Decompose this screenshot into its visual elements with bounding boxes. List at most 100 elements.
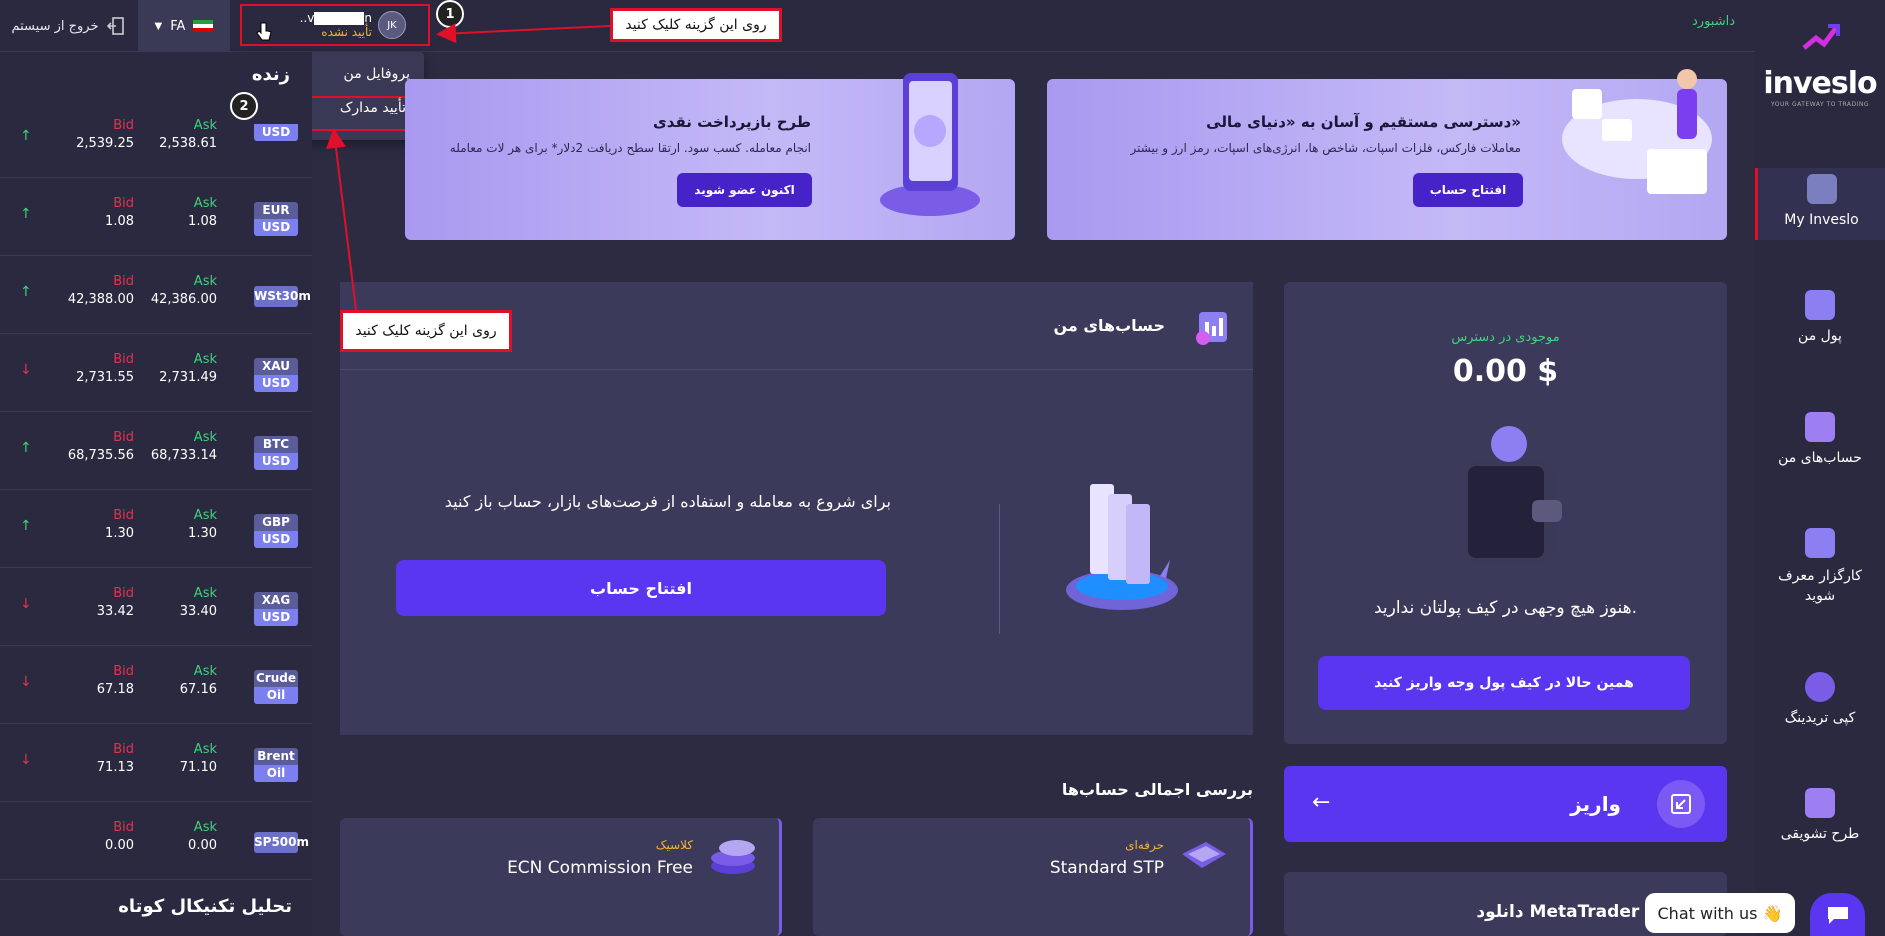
market-row[interactable]: Bid 0.00 Ask 0.00 SP500m [0, 802, 312, 880]
logo[interactable]: inveslo YOUR GATEWAY TO TRADING [1755, 22, 1885, 108]
bid-column: Bid 0.00 [105, 820, 134, 853]
symbol-base: EUR [254, 202, 298, 219]
ask-label: Ask [193, 352, 217, 367]
banner-subtitle: معاملات فارکس، فلزات اسپات، شاخص ها، انر… [1130, 141, 1521, 155]
symbol-quote: USD [254, 124, 298, 141]
ask-column: Ask 68,733.14 [151, 430, 217, 463]
logout-button[interactable]: خروج از سیستم [0, 0, 138, 52]
ask-column: Ask 67.16 [180, 664, 217, 697]
language-code: FA [170, 18, 186, 34]
market-row[interactable]: ↑ Bid 68,735.56 Ask 68,733.14 BTC USD [0, 412, 312, 490]
verification-status: تأیید نشده [321, 25, 372, 39]
market-row[interactable]: ↓ Bid 33.42 Ask 33.40 XAG USD [0, 568, 312, 646]
market-row[interactable]: ↑ Bid 2,539.25 Ask 2,538.61 USD [0, 100, 312, 178]
symbol-base: BTC [254, 436, 298, 453]
symbol-quote: USD [254, 219, 298, 236]
bid-column: Bid 42,388.00 [68, 274, 134, 307]
account-card-standard[interactable]: حرفه‌ای Standard STP [813, 818, 1253, 936]
symbol-badge: WSt30m [254, 286, 311, 307]
ask-value: 67.16 [179, 682, 217, 697]
symbol-base: XAU [254, 358, 298, 375]
technical-analysis-title: تحلیل تکنیکال کوتاه [118, 896, 292, 917]
wallet-illustration [1454, 422, 1564, 572]
open-account-prompt: برای شروع به معامله و استفاده از فرصت‌ها… [444, 492, 891, 511]
bid-value: 1.30 [105, 526, 134, 541]
deposit-now-button[interactable]: همین حالا در کیف پول وجه واریز کنید [1318, 656, 1690, 710]
market-row[interactable]: ↑ Bid 1.08 Ask 1.08 EUR USD [0, 178, 312, 256]
symbol-badge: BTC USD [254, 436, 298, 470]
bid-column: Bid 2,539.25 [76, 118, 134, 151]
nav-copy-trading[interactable]: کپی تریدینگ [1755, 672, 1885, 726]
open-account-banner: دسترسی مستقیم و آسان به «دنیای مالی» معا… [1047, 69, 1727, 240]
chat-with-us-button[interactable]: Chat with us 👋 [1645, 893, 1795, 933]
banner-open-account-button[interactable]: افتتاح حساب [1413, 173, 1523, 207]
cashback-illustration [875, 65, 985, 225]
bid-column: Bid 71.13 [97, 742, 134, 775]
bid-value: 0.00 [105, 838, 134, 853]
open-account-button[interactable]: افتتاح حساب [396, 560, 886, 616]
deposit-arrow-icon: ← [1312, 790, 1331, 815]
symbol-badge: XAG USD [254, 592, 298, 626]
cursor-hand-icon [256, 22, 272, 41]
deposit-bar[interactable]: ← واریز [1284, 766, 1727, 842]
ask-label: Ask [193, 118, 217, 133]
market-row[interactable]: ↑ Bid 42,388.00 Ask 42,386.00 WSt30m [0, 256, 312, 334]
bid-column: Bid 68,735.56 [68, 430, 134, 463]
nav-my-accounts[interactable]: حساب‌های من [1755, 412, 1885, 466]
accounts-icon [1805, 412, 1835, 442]
ask-value: 2,538.61 [159, 136, 217, 151]
ask-label: Ask [193, 586, 217, 601]
menu-item-profile[interactable]: پروفایل من [344, 66, 410, 82]
arrow-up-icon: ↑ [20, 206, 32, 222]
nav-label: کپی تریدینگ [1784, 710, 1856, 726]
money-icon [1805, 290, 1835, 320]
nav-become-ib[interactable]: کارگزار معرف شوید [1755, 528, 1885, 606]
symbol-quote: USD [254, 609, 298, 626]
nav-my-inveslo[interactable]: My Inveslo [1755, 168, 1885, 240]
deposit-label: واریز [1570, 792, 1621, 816]
bid-label: Bid [113, 508, 134, 523]
symbol-badge: Brent Oil [254, 748, 298, 782]
divider [999, 504, 1000, 634]
nav-label: پول من [1798, 328, 1842, 344]
account-card-ecn[interactable]: کلاسیک ECN Commission Free [340, 818, 782, 936]
bid-label: Bid [113, 274, 134, 289]
nav-my-money[interactable]: پول من [1755, 290, 1885, 344]
logo-text: inveslo [1763, 66, 1877, 101]
account-card-tag: حرفه‌ای [1125, 838, 1164, 852]
arrow-up-icon: ↑ [20, 128, 32, 144]
bid-label: Bid [113, 430, 134, 445]
bid-label: Bid [113, 118, 134, 133]
bid-label: Bid [113, 586, 134, 601]
bid-value: 2,731.55 [76, 370, 134, 385]
user-info: ..v n تأیید نشده [300, 11, 372, 39]
language-selector[interactable]: ▼ FA [138, 0, 230, 52]
symbol-base: XAG [254, 592, 298, 609]
symbol-badge: USD [254, 124, 298, 141]
step-badge-1: 1 [436, 0, 464, 28]
market-row[interactable]: ↓ Bid 2,731.55 Ask 2,731.49 XAU USD [0, 334, 312, 412]
copy-trading-icon [1805, 672, 1835, 702]
available-balance-label: موجودی در دسترس [1451, 330, 1560, 345]
servers-illustration [1060, 472, 1190, 622]
bid-value: 68,735.56 [67, 448, 134, 463]
nav-promotions[interactable]: طرح تشویقی [1755, 788, 1885, 842]
ask-value: 42,386.00 [150, 292, 217, 307]
ask-column: Ask 2,538.61 [159, 118, 217, 151]
chevron-down-icon: ▼ [154, 20, 163, 32]
cashback-banner: طرح بازپرداخت نقدی انجام معامله. کسب سود… [405, 73, 1015, 240]
symbol-quote: USD [254, 453, 298, 470]
market-row[interactable]: ↓ Bid 71.13 Ask 71.10 Brent Oil [0, 724, 312, 802]
market-row[interactable]: ↓ Bid 67.18 Ask 67.16 Crude Oil [0, 646, 312, 724]
bid-label: Bid [113, 664, 134, 679]
account-card-tag: کلاسیک [655, 838, 693, 852]
market-row[interactable]: ↑ Bid 1.30 Ask 1.30 GBP USD [0, 490, 312, 568]
arrow-up-icon: ↑ [20, 284, 32, 300]
ask-column: Ask 71.10 [180, 742, 217, 775]
dashboard-link[interactable]: داشبورد [1692, 14, 1735, 29]
chat-fab[interactable] [1810, 893, 1865, 936]
menu-item-verify-docs[interactable]: تأیید مدارک [340, 100, 406, 116]
join-now-button[interactable]: اکنون عضو شوید [677, 173, 812, 207]
ask-label: Ask [193, 820, 217, 835]
ask-column: Ask 1.08 [188, 196, 217, 229]
